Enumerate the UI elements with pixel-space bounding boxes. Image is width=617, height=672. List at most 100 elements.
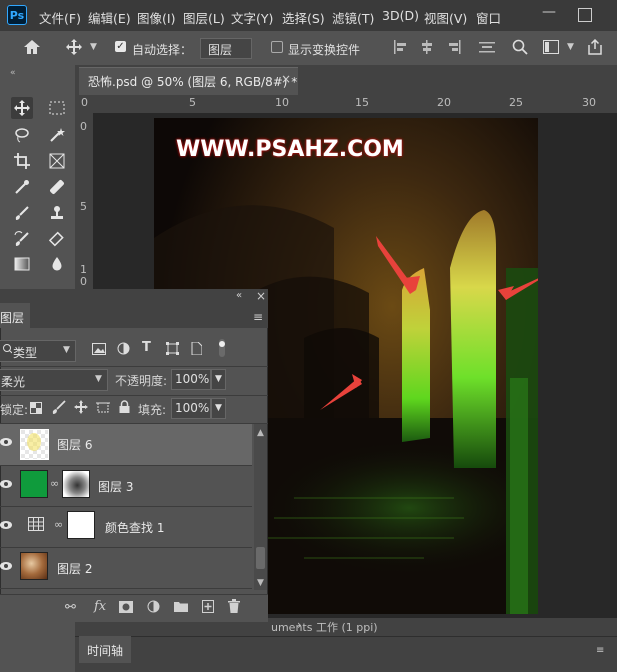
workspace-icon[interactable] bbox=[543, 40, 559, 57]
chevron-down-icon[interactable]: ▼ bbox=[90, 42, 97, 52]
align-top-icon[interactable] bbox=[479, 40, 495, 57]
collapse-tools-icon[interactable]: « bbox=[10, 68, 16, 78]
history-brush-tool-icon[interactable] bbox=[11, 228, 33, 250]
home-icon[interactable] bbox=[23, 39, 41, 59]
status-arrow-icon[interactable]: › bbox=[297, 618, 302, 632]
lock-image-icon[interactable] bbox=[52, 400, 66, 417]
adjustment-layer-icon[interactable] bbox=[147, 600, 160, 616]
document-tab-close-icon[interactable]: × bbox=[281, 72, 291, 86]
blend-mode-dropdown[interactable]: 柔光 ▼ bbox=[0, 369, 108, 391]
share-icon[interactable] bbox=[587, 38, 603, 58]
opacity-chevron-icon[interactable]: ▼ bbox=[211, 369, 226, 390]
new-layer-icon[interactable] bbox=[202, 600, 214, 616]
menu-type[interactable]: 文字(Y) bbox=[231, 8, 273, 27]
brush-tool-icon[interactable] bbox=[11, 202, 33, 224]
clone-stamp-tool-icon[interactable] bbox=[46, 202, 68, 224]
blur-tool-icon[interactable] bbox=[46, 253, 68, 275]
filter-smart-object-icon[interactable] bbox=[190, 341, 203, 358]
visibility-eye-icon[interactable] bbox=[0, 478, 12, 492]
window-minimize-button[interactable]: — bbox=[542, 4, 556, 20]
eyedropper-tool-icon[interactable] bbox=[11, 176, 33, 198]
auto-select-checkbox[interactable]: ✓ bbox=[115, 41, 126, 52]
layer-mask-thumbnail[interactable] bbox=[67, 511, 95, 539]
layers-scroll-thumb[interactable] bbox=[256, 547, 265, 569]
group-folder-icon[interactable] bbox=[174, 601, 188, 615]
visibility-eye-icon[interactable] bbox=[0, 436, 12, 450]
layer-thumbnail[interactable] bbox=[20, 552, 48, 580]
crop-tool-icon[interactable] bbox=[11, 150, 33, 172]
auto-select-target-dropdown[interactable]: 图层 bbox=[200, 38, 252, 59]
layer-name[interactable]: 图层 3 bbox=[98, 478, 133, 495]
filter-type-icon[interactable]: T bbox=[142, 340, 151, 355]
opacity-input[interactable]: 100% bbox=[171, 369, 211, 390]
menu-edit[interactable]: 编辑(E) bbox=[88, 8, 131, 27]
layer-row-2[interactable]: 图层 2 bbox=[0, 547, 252, 589]
filter-toggle-icon[interactable] bbox=[217, 339, 227, 360]
menu-3d[interactable]: 3D(D) bbox=[382, 8, 419, 23]
lock-artboard-icon[interactable] bbox=[96, 401, 110, 417]
color-lookup-icon bbox=[28, 517, 44, 534]
align-left-icon[interactable] bbox=[393, 40, 407, 57]
menu-layer[interactable]: 图层(L) bbox=[183, 8, 225, 27]
layers-panel-menu-icon[interactable]: ≡ bbox=[253, 310, 263, 324]
marquee-tool-icon[interactable] bbox=[46, 97, 68, 119]
menu-file[interactable]: 文件(F) bbox=[39, 8, 81, 27]
collapse-panel-icon[interactable]: « bbox=[236, 290, 242, 301]
lock-all-icon[interactable] bbox=[119, 400, 130, 416]
window-maximize-button[interactable] bbox=[578, 8, 592, 22]
visibility-eye-icon[interactable] bbox=[0, 519, 12, 533]
scroll-down-icon[interactable]: ▼ bbox=[257, 578, 264, 588]
auto-select-target-value: 图层 bbox=[208, 43, 233, 57]
filter-kind-dropdown[interactable]: 类型 ▼ bbox=[0, 340, 76, 362]
fill-chevron-icon[interactable]: ▼ bbox=[211, 398, 226, 419]
lock-position-icon[interactable] bbox=[74, 400, 88, 417]
mask-link-icon[interactable]: ∞ bbox=[50, 477, 59, 490]
filter-shape-icon[interactable] bbox=[166, 342, 179, 358]
ruler-label: 25 bbox=[509, 96, 523, 109]
filter-adjustment-icon[interactable] bbox=[117, 342, 130, 358]
delete-layer-icon[interactable] bbox=[228, 599, 240, 616]
close-panel-icon[interactable]: × bbox=[256, 289, 266, 303]
layer-name[interactable]: 颜色查找 1 bbox=[105, 519, 164, 536]
search-icon[interactable] bbox=[512, 39, 528, 58]
menu-view[interactable]: 视图(V) bbox=[424, 8, 467, 27]
menu-select[interactable]: 选择(S) bbox=[282, 8, 325, 27]
move-tool-preset-icon[interactable] bbox=[65, 38, 83, 60]
lock-label: 锁定: bbox=[0, 403, 29, 417]
gradient-tool-icon[interactable] bbox=[11, 253, 33, 275]
show-transform-checkbox[interactable] bbox=[271, 41, 283, 53]
fx-icon[interactable]: fx bbox=[94, 599, 106, 614]
move-tool-icon[interactable] bbox=[11, 97, 33, 119]
align-right-icon[interactable] bbox=[447, 40, 461, 57]
eraser-tool-icon[interactable] bbox=[46, 228, 68, 250]
menu-image[interactable]: 图像(I) bbox=[137, 8, 175, 27]
layer-thumbnail[interactable] bbox=[20, 429, 49, 460]
lasso-tool-icon[interactable] bbox=[11, 124, 33, 146]
align-center-icon[interactable] bbox=[420, 40, 434, 57]
separator bbox=[0, 366, 268, 367]
mask-link-icon[interactable]: ∞ bbox=[54, 518, 63, 531]
layer-name[interactable]: 图层 2 bbox=[57, 560, 92, 577]
link-layers-icon[interactable]: ⚯ bbox=[65, 600, 76, 615]
menu-window[interactable]: 窗口 bbox=[476, 8, 501, 27]
layer-name[interactable]: 图层 6 bbox=[57, 436, 92, 453]
filter-pixel-icon[interactable] bbox=[92, 343, 106, 358]
visibility-eye-icon[interactable] bbox=[0, 560, 12, 574]
layer-row-color-lookup[interactable]: ∞ 颜色查找 1 bbox=[0, 506, 252, 548]
workspace-chevron-icon[interactable]: ▼ bbox=[567, 42, 574, 52]
status-text: uments 工作 (1 ppi) bbox=[271, 621, 378, 634]
scroll-up-icon[interactable]: ▲ bbox=[257, 428, 264, 438]
layer-row-6[interactable]: 图层 6 bbox=[0, 424, 252, 466]
layer-mask-thumbnail[interactable] bbox=[62, 470, 90, 498]
document-tab-title: 恐怖.psd @ 50% (图层 6, RGB/8#) * bbox=[88, 75, 298, 89]
lock-transparent-icon[interactable] bbox=[30, 402, 42, 417]
layer-thumbnail[interactable] bbox=[20, 470, 48, 498]
layer-row-3[interactable]: ∞ 图层 3 bbox=[0, 465, 252, 507]
magic-wand-tool-icon[interactable] bbox=[46, 124, 68, 146]
fill-input[interactable]: 100% bbox=[171, 398, 211, 419]
add-mask-icon[interactable] bbox=[119, 601, 133, 616]
panel-menu-icon[interactable]: ≡ bbox=[596, 645, 604, 656]
menu-filter[interactable]: 滤镜(T) bbox=[332, 8, 374, 27]
healing-brush-tool-icon[interactable] bbox=[46, 176, 68, 198]
frame-tool-icon[interactable] bbox=[46, 150, 68, 172]
